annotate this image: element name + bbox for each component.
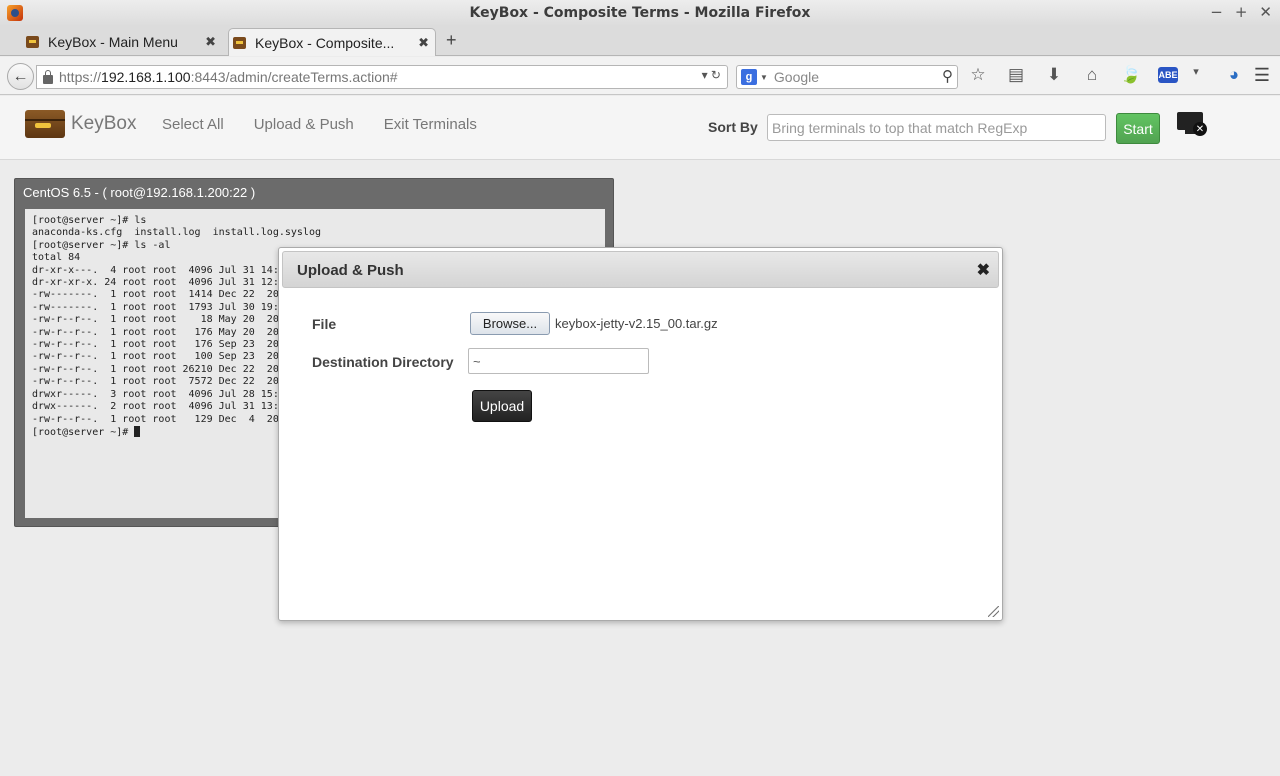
navigation-bar: ← https:// 192.168.1.100 :8443/admin/cre…: [0, 57, 1280, 95]
new-tab-icon[interactable]: +: [446, 30, 457, 51]
terminal-line: [root@server ~]# ls: [32, 215, 147, 226]
app-navbar: KeyBox Select All Upload & Push Exit Ter…: [0, 96, 1280, 160]
abe-addon-icon[interactable]: ABE: [1158, 67, 1178, 83]
file-label: File: [312, 316, 337, 332]
dialog-header[interactable]: Upload & Push ✖: [282, 251, 999, 288]
maximize-icon[interactable]: +: [1235, 3, 1248, 21]
reading-list-icon[interactable]: ▤: [1006, 65, 1026, 85]
tab-label: KeyBox - Main Menu: [48, 34, 178, 50]
keybox-logo-icon: [25, 110, 65, 138]
lock-icon: [43, 69, 53, 84]
window-controls: − + ✕: [1210, 3, 1272, 21]
selected-file-name: keybox-jetty-v2.15_00.tar.gz: [555, 316, 718, 331]
addon-dropdown-icon[interactable]: ▾: [1186, 65, 1206, 85]
tab-strip: KeyBox - Main Menu ✖ KeyBox - Composite.…: [0, 26, 1280, 56]
start-button[interactable]: Start: [1116, 113, 1160, 144]
url-bar[interactable]: https:// 192.168.1.100 :8443/admin/creat…: [36, 65, 728, 89]
back-button[interactable]: ←: [7, 63, 34, 90]
sort-regexp-input[interactable]: [767, 114, 1106, 141]
exit-terminals-link[interactable]: Exit Terminals: [384, 116, 477, 133]
search-icon[interactable]: ⚲: [942, 67, 953, 85]
firefox-icon: [7, 5, 23, 21]
select-all-link[interactable]: Select All: [162, 116, 224, 133]
search-engine-dropdown-icon[interactable]: ▼: [760, 73, 768, 82]
url-path: :8443/admin/createTerms.action#: [190, 69, 398, 85]
disconnect-terminal-icon[interactable]: ✕: [1177, 108, 1209, 138]
tab-composite-terms[interactable]: KeyBox - Composite... ✖: [228, 28, 436, 56]
brand[interactable]: KeyBox: [25, 110, 136, 138]
upload-push-dialog: Upload & Push ✖ File Browse... keybox-je…: [278, 247, 1003, 621]
app-nav-menu: Select All Upload & Push Exit Terminals: [162, 116, 477, 133]
terminal-cursor: [134, 425, 141, 437]
close-window-icon[interactable]: ✕: [1259, 3, 1272, 21]
download-icon[interactable]: ⬇: [1044, 65, 1064, 85]
destination-directory-label: Destination Directory: [312, 354, 454, 370]
terminal-title: CentOS 6.5 - ( root@192.168.1.200:22 ): [23, 185, 256, 200]
bookmark-star-icon[interactable]: ☆: [968, 65, 988, 85]
window-titlebar: KeyBox - Composite Terms - Mozilla Firef…: [0, 0, 1280, 26]
terminal-line: anaconda-ks.cfg install.log install.log.…: [32, 227, 321, 239]
brand-name: KeyBox: [71, 113, 137, 134]
google-icon[interactable]: g: [741, 69, 757, 85]
tab-label: KeyBox - Composite...: [255, 34, 395, 51]
search-placeholder: Google: [773, 69, 820, 85]
terminal-prompt: [root@server ~]#: [32, 426, 135, 438]
dialog-title: Upload & Push: [297, 262, 404, 279]
keybox-favicon-icon: [233, 37, 246, 49]
browse-button[interactable]: Browse...: [470, 312, 550, 335]
keybox-favicon-icon: [26, 36, 39, 48]
sync-addon-icon[interactable]: ◕: [1224, 65, 1244, 85]
resize-handle-icon[interactable]: [988, 606, 999, 617]
search-bar[interactable]: g ▼ Google ⚲: [736, 65, 958, 89]
tab-close-icon[interactable]: ✖: [418, 35, 429, 51]
upload-push-link[interactable]: Upload & Push: [254, 116, 354, 133]
url-host: 192.168.1.100: [101, 69, 191, 85]
hamburger-menu-icon[interactable]: ☰: [1254, 65, 1270, 86]
tab-main-menu[interactable]: KeyBox - Main Menu ✖: [22, 28, 222, 56]
upload-button[interactable]: Upload: [472, 390, 532, 422]
home-icon[interactable]: ⌂: [1082, 65, 1102, 85]
sort-by-label: Sort By: [708, 119, 758, 135]
destination-directory-input[interactable]: [468, 348, 649, 374]
window-title: KeyBox - Composite Terms - Mozilla Firef…: [469, 5, 811, 21]
url-reload-icon[interactable]: ▾ ↻: [702, 68, 721, 82]
minimize-icon[interactable]: −: [1210, 3, 1223, 21]
url-scheme: https://: [59, 69, 102, 85]
tab-close-icon[interactable]: ✖: [205, 34, 216, 50]
browser-toolbar: ☆ ▤ ⬇ ⌂ 🍃 ABE ▾ ◕: [968, 65, 1244, 85]
leaf-addon-icon[interactable]: 🍃: [1120, 65, 1141, 85]
dialog-close-icon[interactable]: ✖: [977, 260, 990, 280]
